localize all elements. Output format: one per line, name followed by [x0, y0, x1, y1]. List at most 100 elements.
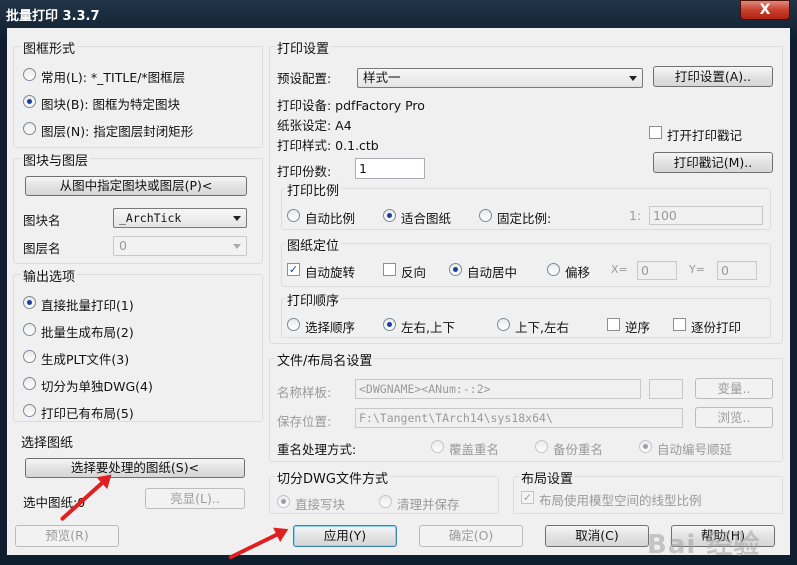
- paper-line: 纸张设定: A4: [277, 118, 352, 133]
- auto-center-radio[interactable]: [449, 263, 462, 276]
- output-print-layout-label[interactable]: 打印已有布局(5): [41, 403, 134, 422]
- order-tb-lr-label[interactable]: 上下,左右: [515, 317, 569, 336]
- chevron-down-icon: [629, 76, 637, 81]
- apply-button[interactable]: 应用(Y): [293, 525, 397, 547]
- model-linetype-label[interactable]: 布局使用模型空间的线型比例: [539, 490, 702, 509]
- scale-ratio-prefix: 1:: [629, 208, 642, 223]
- scale-ratio-value: 100: [653, 208, 677, 223]
- block-name-value: _ArchTick: [119, 211, 182, 225]
- output-gen-layout-label[interactable]: 批量生成布局(2): [41, 322, 134, 341]
- split-purge-save-radio[interactable]: [379, 495, 392, 508]
- output-direct-print-label[interactable]: 直接批量打印(1): [41, 295, 134, 314]
- variables-button[interactable]: 变量..: [695, 378, 773, 399]
- order-lr-tb-radio[interactable]: [383, 318, 396, 331]
- copies-value: 1: [359, 161, 367, 176]
- name-template-label: 名称样板:: [277, 385, 332, 400]
- split-write-block-radio[interactable]: [277, 495, 290, 508]
- rename-auto-number-radio[interactable]: [639, 440, 652, 453]
- scale-fit-label[interactable]: 适合图纸: [401, 208, 451, 227]
- frame-block-label[interactable]: 图块(B): 图框为特定图块: [41, 94, 180, 113]
- close-button[interactable]: X: [740, 0, 790, 20]
- reverse-checkbox[interactable]: [383, 263, 396, 276]
- rename-overwrite-label[interactable]: 覆盖重名: [449, 439, 499, 458]
- output-print-layout-radio[interactable]: [23, 404, 36, 417]
- print-stamp-checkbox[interactable]: [649, 126, 662, 139]
- pick-block-layer-button[interactable]: 从图中指定图块或图层(P)<: [25, 176, 247, 196]
- select-drawings-title: 选择图纸: [21, 436, 74, 451]
- output-split-dwg-radio[interactable]: [23, 377, 36, 390]
- browse-button[interactable]: 浏览..: [695, 407, 773, 428]
- auto-rotate-label[interactable]: 自动旋转: [305, 262, 355, 281]
- layout-settings-title: 布局设置: [519, 468, 576, 487]
- scale-auto-label[interactable]: 自动比例: [305, 208, 355, 227]
- order-reverse-label[interactable]: 逆序: [625, 317, 650, 336]
- rename-overwrite-radio[interactable]: [431, 440, 444, 453]
- model-linetype-checkbox[interactable]: ✓: [521, 491, 534, 504]
- ok-button[interactable]: 确定(O): [419, 525, 523, 547]
- order-select-radio[interactable]: [287, 318, 300, 331]
- print-stamp-button[interactable]: 打印戳记(M)..: [653, 152, 773, 173]
- frame-common-label[interactable]: 常用(L): *_TITLE/*图框层: [41, 67, 185, 86]
- select-drawings-button[interactable]: 选择要处理的图纸(S)<: [25, 458, 245, 478]
- offset-radio[interactable]: [547, 263, 560, 276]
- save-location-value: F:\Tangent\TArch14\sys18x64\: [359, 411, 553, 425]
- auto-rotate-checkbox[interactable]: ✓: [287, 263, 300, 276]
- print-stamp-label[interactable]: 打开打印戳记: [667, 125, 742, 144]
- order-select-label[interactable]: 选择顺序: [305, 317, 355, 336]
- split-dwg-title: 切分DWG文件方式: [275, 468, 390, 487]
- print-scale-title: 打印比例: [285, 180, 342, 199]
- scale-ratio-input[interactable]: 100: [649, 206, 763, 225]
- rename-backup-label[interactable]: 备份重名: [553, 439, 603, 458]
- order-tb-lr-radio[interactable]: [497, 318, 510, 331]
- offset-x-input[interactable]: 0: [637, 261, 677, 280]
- scale-fixed-label[interactable]: 固定比例:: [497, 208, 551, 227]
- name-template-input[interactable]: <DWGNAME><ANum:-:2>: [355, 379, 641, 399]
- layer-name-select[interactable]: 0: [113, 236, 247, 256]
- one-by-one-label[interactable]: 逐份打印: [691, 317, 741, 336]
- rename-backup-radio[interactable]: [535, 440, 548, 453]
- output-gen-layout-radio[interactable]: [23, 323, 36, 336]
- scale-fixed-radio[interactable]: [479, 209, 492, 222]
- name-template-extra-input[interactable]: [649, 379, 683, 399]
- print-settings-title: 打印设置: [275, 38, 332, 57]
- rename-auto-number-label[interactable]: 自动编号顺延: [657, 439, 732, 458]
- frame-position-title: 图纸定位: [285, 235, 342, 254]
- rename-mode-label: 重名处理方式:: [277, 442, 357, 457]
- save-location-input[interactable]: F:\Tangent\TArch14\sys18x64\: [355, 408, 683, 428]
- block-name-select[interactable]: _ArchTick: [113, 208, 247, 228]
- output-direct-print-radio[interactable]: [23, 296, 36, 309]
- output-plt-radio[interactable]: [23, 350, 36, 363]
- split-purge-save-label[interactable]: 清理并保存: [397, 494, 460, 513]
- frame-common-radio[interactable]: [23, 68, 36, 81]
- offset-y-value: 0: [721, 263, 729, 278]
- scale-auto-radio[interactable]: [287, 209, 300, 222]
- scale-fit-radio[interactable]: [383, 209, 396, 222]
- offset-label[interactable]: 偏移: [565, 262, 590, 281]
- chevron-down-icon: [233, 216, 241, 221]
- preset-select[interactable]: 样式一: [357, 68, 643, 88]
- order-reverse-checkbox[interactable]: [607, 318, 620, 331]
- name-template-value: <DWGNAME><ANum:-:2>: [359, 382, 491, 396]
- auto-center-label[interactable]: 自动居中: [467, 262, 517, 281]
- frame-layer-radio[interactable]: [23, 122, 36, 135]
- copies-label: 打印份数:: [277, 164, 332, 179]
- title-bar[interactable]: 批量打印 3.3.7 X: [0, 0, 797, 26]
- split-write-block-label[interactable]: 直接写块: [295, 494, 345, 513]
- frame-layer-label[interactable]: 图层(N): 指定图层封闭矩形: [41, 121, 193, 140]
- frame-block-radio[interactable]: [23, 95, 36, 108]
- block-name-label: 图块名: [23, 213, 61, 228]
- preset-value: 样式一: [363, 70, 401, 85]
- offset-y-input[interactable]: 0: [717, 261, 757, 280]
- order-lr-tb-label[interactable]: 左右,上下: [401, 317, 455, 336]
- copies-input[interactable]: 1: [355, 158, 425, 179]
- output-split-dwg-label[interactable]: 切分为单独DWG(4): [41, 376, 153, 395]
- one-by-one-checkbox[interactable]: [673, 318, 686, 331]
- preview-button[interactable]: 预览(R): [15, 525, 119, 547]
- reverse-label[interactable]: 反向: [401, 262, 426, 281]
- print-order-title: 打印顺序: [285, 290, 342, 309]
- highlight-button[interactable]: 亮显(L)..: [145, 488, 245, 509]
- output-plt-label[interactable]: 生成PLT文件(3): [41, 349, 129, 368]
- dialog-client: 图框形式 常用(L): *_TITLE/*图框层 图块(B): 图框为特定图块 …: [7, 28, 790, 560]
- cancel-button[interactable]: 取消(C): [545, 525, 649, 547]
- print-settings-button[interactable]: 打印设置(A)..: [653, 66, 773, 87]
